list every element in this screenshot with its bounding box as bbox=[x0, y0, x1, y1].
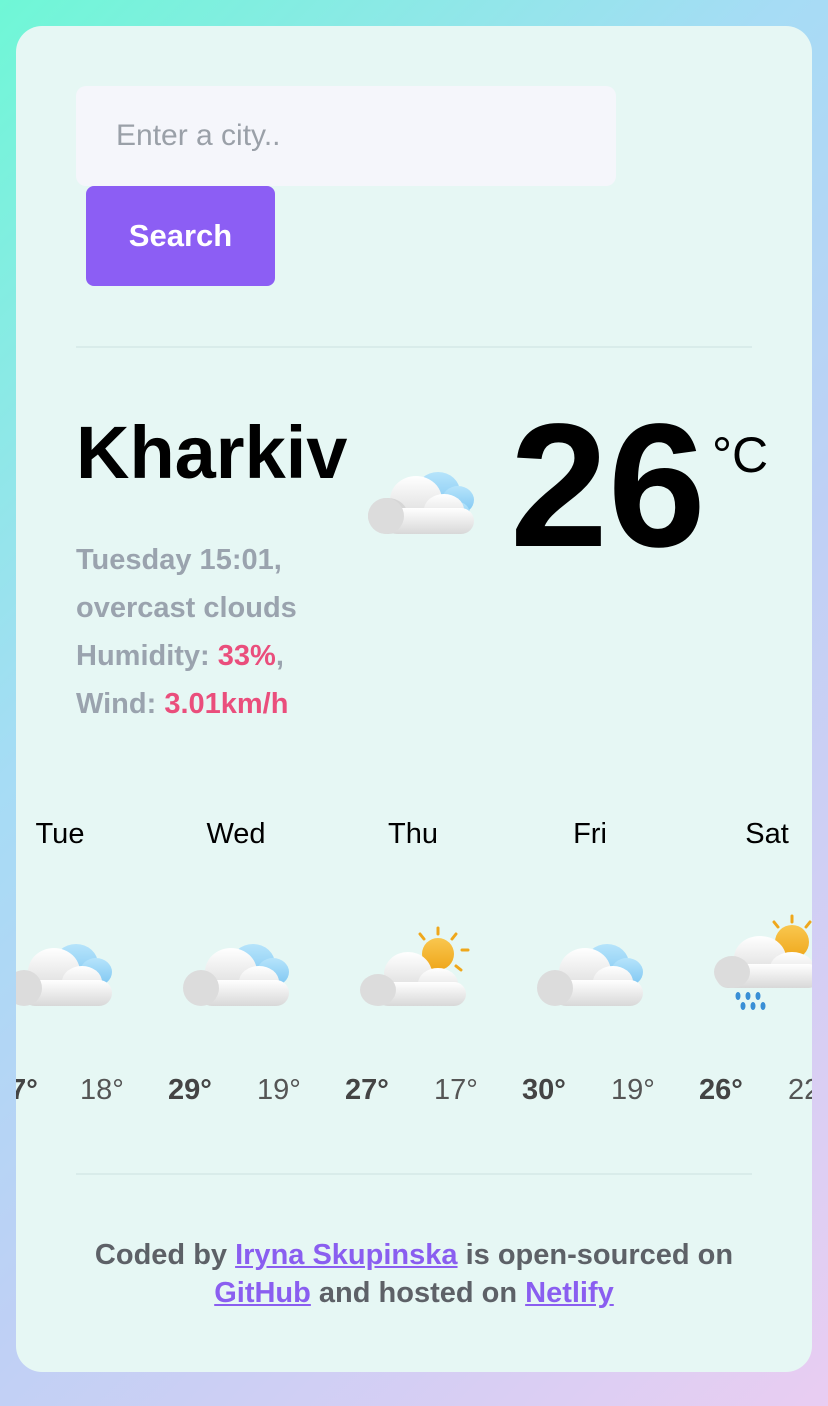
forecast-day-wed: Wed bbox=[206, 818, 266, 850]
cloud-icon bbox=[368, 472, 474, 534]
current-temperature: 26 bbox=[510, 388, 706, 584]
weather-details: Tuesday 15:01, overcast clouds Humidity:… bbox=[76, 536, 297, 728]
wind-label: Wind: bbox=[76, 688, 165, 720]
humidity-label: Humidity: bbox=[76, 640, 218, 672]
forecast-max: 29° bbox=[168, 1074, 212, 1106]
forecast-min: 19° bbox=[611, 1074, 655, 1106]
forecast-min: 18° bbox=[80, 1074, 124, 1106]
divider bbox=[76, 346, 752, 348]
wind: Wind: 3.01km/h bbox=[76, 680, 297, 728]
humidity-value: 33% bbox=[217, 640, 276, 672]
forecast-max: 30° bbox=[522, 1074, 566, 1106]
forecast-day-sat: Sat bbox=[745, 818, 789, 850]
cloud-icon bbox=[183, 944, 289, 1006]
forecast-max: 27° bbox=[345, 1074, 389, 1106]
forecast-day-thu: Thu bbox=[388, 818, 438, 850]
forecast-max: 26° bbox=[699, 1074, 743, 1106]
city-name: Kharkiv bbox=[76, 411, 348, 494]
footer-middle: is open-sourced on bbox=[457, 1239, 734, 1271]
author-link[interactable]: Iryna Skupinska bbox=[235, 1239, 457, 1271]
search-button[interactable]: Search bbox=[86, 186, 275, 286]
cloud-icon bbox=[537, 944, 643, 1006]
description: overcast clouds bbox=[76, 592, 297, 624]
footer-line-2: GitHub and hosted on Netlify bbox=[16, 1274, 812, 1312]
forecast-day-fri: Fri bbox=[573, 818, 607, 850]
weather-card: Search Kharkiv Tuesday 15:01, overcast c… bbox=[16, 26, 812, 1372]
forecast-min: 17° bbox=[434, 1074, 478, 1106]
humidity-suffix: , bbox=[275, 640, 284, 672]
divider bbox=[76, 1173, 752, 1175]
footer: Coded by Iryna Skupinska is open-sourced… bbox=[16, 1236, 812, 1312]
forecast-min: 19° bbox=[257, 1074, 301, 1106]
forecast-day-tue: Tue bbox=[35, 818, 85, 850]
datetime: Tuesday 15:01, bbox=[76, 544, 282, 576]
footer-prefix: Coded by bbox=[94, 1239, 236, 1271]
github-link[interactable]: GitHub bbox=[214, 1277, 311, 1309]
partly-cloudy-icon bbox=[360, 926, 470, 1006]
humidity: Humidity: 33%, bbox=[76, 632, 297, 680]
search-input[interactable] bbox=[76, 86, 616, 186]
footer-middle2: and hosted on bbox=[310, 1277, 526, 1309]
forecast-max: 27° bbox=[16, 1074, 38, 1106]
netlify-link[interactable]: Netlify bbox=[525, 1277, 614, 1309]
wind-value: 3.01km/h bbox=[164, 688, 289, 720]
forecast: Tue 27° 18° Wed 29° 19° Thu bbox=[16, 818, 812, 1138]
footer-line-1: Coded by Iryna Skupinska is open-sourced… bbox=[16, 1236, 812, 1274]
cloud-icon bbox=[16, 944, 112, 1006]
unit-celsius[interactable]: °C bbox=[712, 426, 768, 484]
sun-rain-icon bbox=[714, 914, 812, 1010]
forecast-min: 22° bbox=[788, 1074, 812, 1106]
